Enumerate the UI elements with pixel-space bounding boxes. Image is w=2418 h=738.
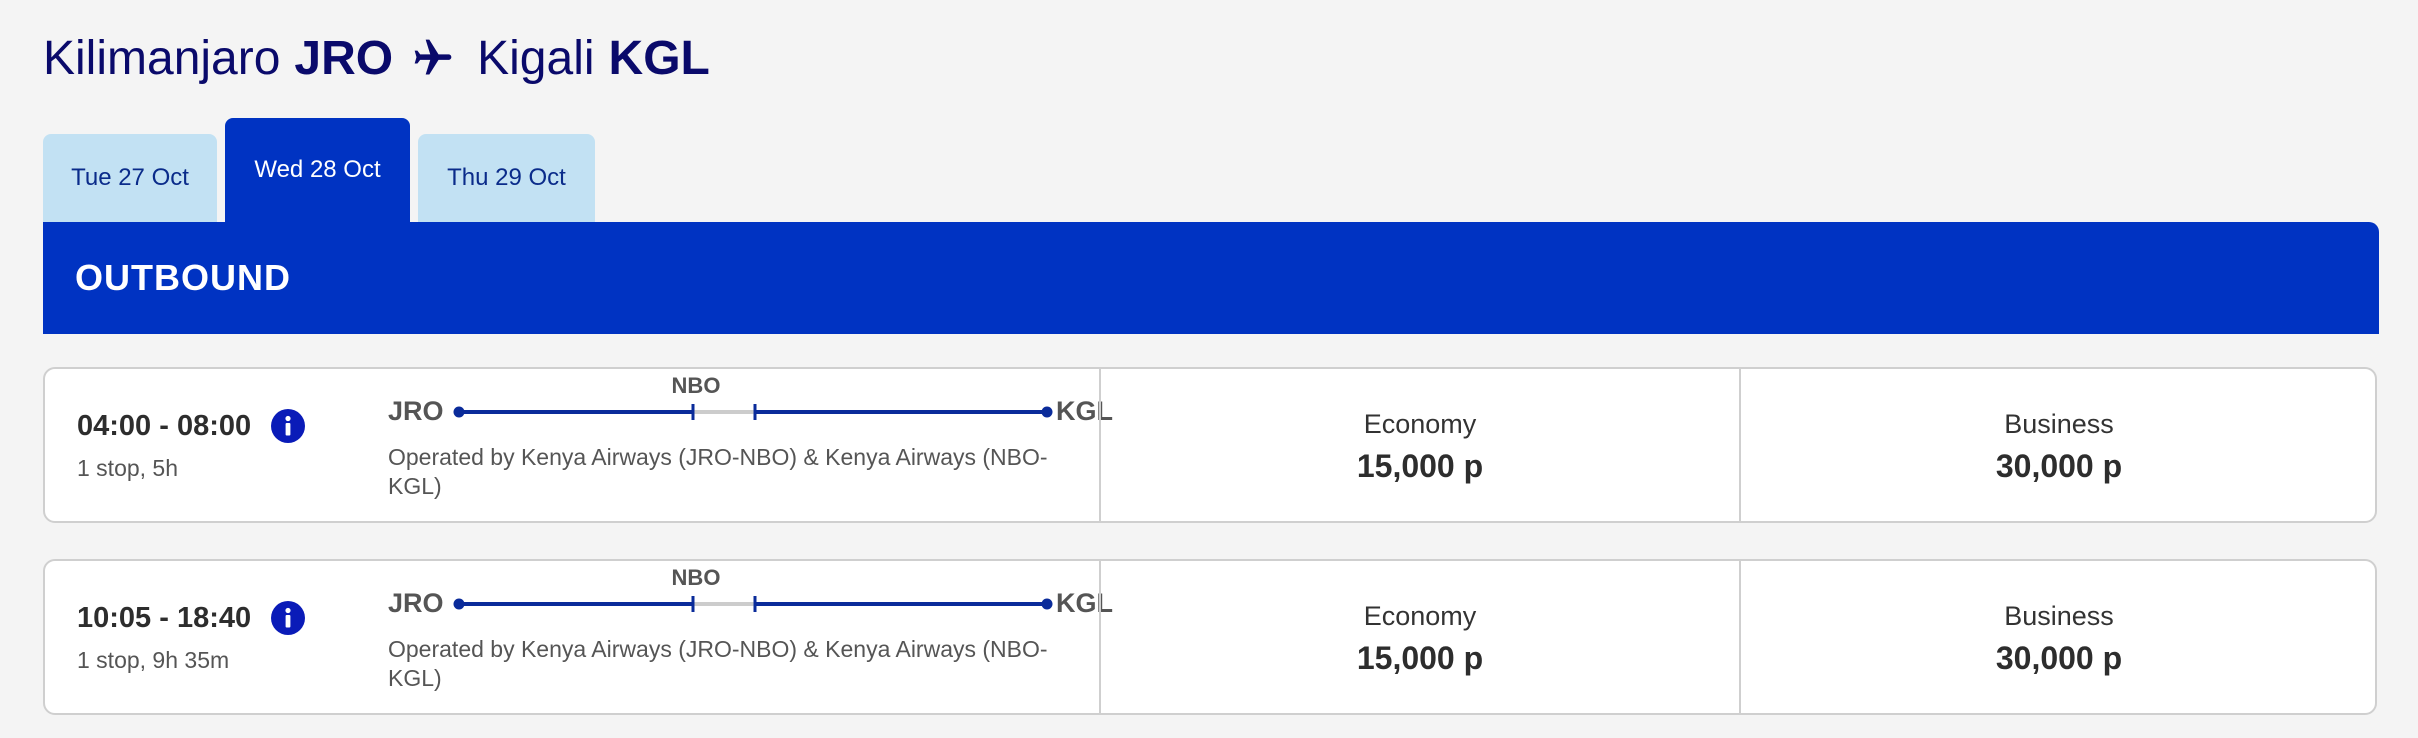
origin-code: JRO <box>388 588 444 618</box>
destination-code: KGL <box>608 31 710 85</box>
fare-price: 30,000 p <box>1995 640 2123 676</box>
fare-price: 15,000 p <box>1356 640 1484 676</box>
fare-class-label: Business <box>2004 409 2114 439</box>
flight-selection-page: Kilimanjaro JRO Kigali KGL Tue 27 Oct We… <box>0 0 2418 738</box>
departure-arrival-times: 10:05 - 18:40 <box>77 601 252 634</box>
fare-price: 30,000 p <box>1995 448 2123 484</box>
route-detail: JRO NBO KGL Operated by Kenya Airways (J… <box>388 369 1113 521</box>
origin-code: JRO <box>294 31 394 85</box>
flight-times: 04:00 - 08:00 1 stop, 5h <box>45 369 375 521</box>
fare-class-label: Economy <box>1363 601 1477 631</box>
route-line <box>453 404 1053 420</box>
outbound-banner: OUTBOUND <box>43 222 2379 334</box>
stops-duration: 1 stop, 9h 35m <box>77 647 230 673</box>
info-icon[interactable] <box>271 601 306 635</box>
flight-card: 10:05 - 18:40 1 stop, 9h 35m JRO NBO KGL <box>43 559 2377 715</box>
economy-fare-option[interactable]: Economy 15,000 p <box>1099 369 1739 521</box>
route-detail: JRO NBO KGL Operated by Kenya Airways (J… <box>388 561 1113 713</box>
fare-price: 15,000 p <box>1356 448 1484 484</box>
route-line <box>453 596 1053 612</box>
stops-duration: 1 stop, 5h <box>77 455 179 481</box>
tab-date-thu-29-oct[interactable]: Thu 29 Oct <box>418 134 595 222</box>
stop-code: NBO <box>671 565 721 590</box>
business-fare-option[interactable]: Business 30,000 p <box>1739 369 2377 521</box>
plane-icon <box>411 36 455 80</box>
flight-card: 04:00 - 08:00 1 stop, 5h JRO NBO KGL Ope… <box>43 367 2377 523</box>
stop-code: NBO <box>671 373 721 398</box>
time-row: 10:05 - 18:40 <box>77 601 306 635</box>
tab-label: Thu 29 Oct <box>447 164 566 191</box>
business-fare-option[interactable]: Business 30,000 p <box>1739 561 2377 713</box>
time-row: 04:00 - 08:00 <box>77 409 306 443</box>
tab-date-tue-27-oct[interactable]: Tue 27 Oct <box>43 134 217 222</box>
fare-class-label: Business <box>2004 601 2114 631</box>
operated-by: Operated by Kenya Airways (JRO-NBO) & Ke… <box>388 444 1048 499</box>
info-icon[interactable] <box>271 409 306 443</box>
economy-fare-option[interactable]: Economy 15,000 p <box>1099 561 1739 713</box>
tab-label: Tue 27 Oct <box>71 164 189 191</box>
flight-times: 10:05 - 18:40 1 stop, 9h 35m <box>45 561 375 713</box>
origin-code: JRO <box>388 396 444 426</box>
route-title: Kilimanjaro JRO Kigali KGL <box>43 26 710 90</box>
tab-date-wed-28-oct[interactable]: Wed 28 Oct <box>225 118 410 222</box>
destination-city: Kigali <box>477 31 595 85</box>
tab-label: Wed 28 Oct <box>254 156 381 183</box>
operated-by: Operated by Kenya Airways (JRO-NBO) & Ke… <box>388 636 1048 691</box>
fare-class-label: Economy <box>1363 409 1477 439</box>
section-heading: OUTBOUND <box>75 257 291 298</box>
departure-arrival-times: 04:00 - 08:00 <box>77 409 252 442</box>
origin-city: Kilimanjaro <box>43 31 281 85</box>
